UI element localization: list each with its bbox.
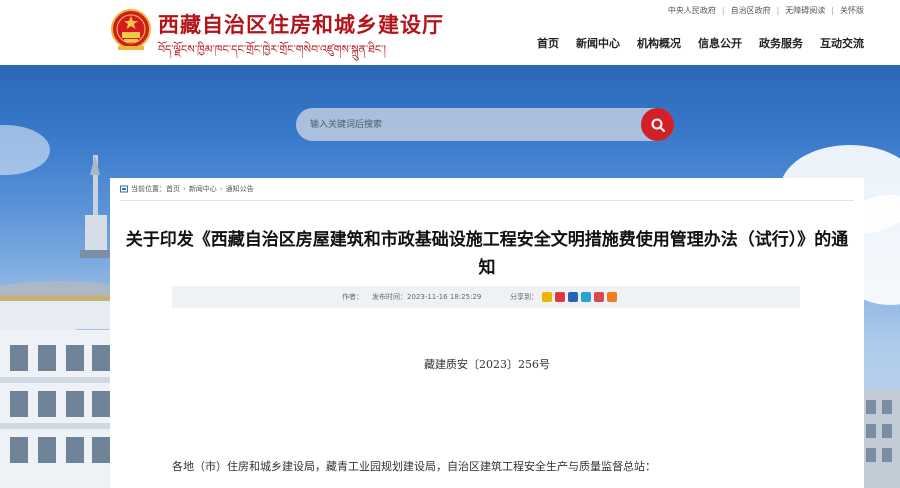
document-number: 藏建质安〔2023〕256号 bbox=[424, 358, 550, 371]
share-label: 分享到： bbox=[510, 293, 538, 301]
addressee-text: 各地（市）住房和城乡建设局，藏青工业园规划建设局，自治区建筑工程安全生产与质量监… bbox=[172, 460, 656, 473]
breadcrumb-notices[interactable]: 通知公告 bbox=[226, 184, 254, 194]
national-emblem-icon[interactable] bbox=[110, 8, 152, 52]
breadcrumb-label: 当前位置： bbox=[131, 185, 166, 193]
nav-item-news[interactable]: 新闻中心 bbox=[576, 35, 620, 51]
article-title: 关于印发《西藏自治区房屋建筑和市政基础设施工程安全文明措施费使用管理办法（试行）… bbox=[125, 230, 849, 278]
search-icon bbox=[651, 118, 665, 132]
top-links: 中央人民政府 | 自治区政府 | 无障碍阅读 | 关怀版 bbox=[668, 5, 864, 16]
top-link-region-gov[interactable]: 自治区政府 bbox=[731, 5, 771, 16]
building-right-illustration bbox=[862, 390, 900, 488]
nav-item-services[interactable]: 政务服务 bbox=[759, 35, 803, 51]
nav-item-about[interactable]: 机构概况 bbox=[637, 35, 681, 51]
breadcrumb-home[interactable]: 首页 bbox=[166, 184, 180, 194]
article-card: 当前位置： 首页 › 新闻中心 › 通知公告 关于印发《西藏自治区房屋建筑和市政… bbox=[110, 178, 864, 488]
search-bar bbox=[296, 108, 674, 141]
separator: | bbox=[831, 6, 834, 15]
site-header: 西藏自治区住房和城乡建设厅 བོད་ལྗོངས་ཁྱིམ་ཁང་དང་གྲོང་… bbox=[0, 0, 900, 65]
tencent-weibo-icon[interactable] bbox=[581, 292, 591, 302]
nav-item-home[interactable]: 首页 bbox=[537, 35, 559, 51]
search-button[interactable] bbox=[641, 108, 674, 141]
divider bbox=[120, 200, 854, 201]
top-link-accessibility[interactable]: 无障碍阅读 bbox=[785, 5, 825, 16]
breadcrumb-news[interactable]: 新闻中心 bbox=[189, 184, 217, 194]
share-section: 分享到： bbox=[510, 292, 617, 302]
breadcrumb: 当前位置： 首页 › 新闻中心 › 通知公告 bbox=[120, 184, 254, 194]
nav-item-interaction[interactable]: 互动交流 bbox=[820, 35, 864, 51]
search-input[interactable] bbox=[310, 108, 630, 141]
location-icon bbox=[120, 185, 128, 193]
qzone-icon[interactable] bbox=[542, 292, 552, 302]
author-label: 作者： bbox=[342, 293, 363, 301]
site-title[interactable]: 西藏自治区住房和城乡建设厅 bbox=[158, 9, 444, 39]
top-link-central-gov[interactable]: 中央人民政府 bbox=[668, 5, 716, 16]
site-subtitle-tibetan: བོད་ལྗོངས་ཁྱིམ་ཁང་དང་གྲོང་ཁྱེར་གྲོང་གསེབ… bbox=[158, 43, 386, 56]
separator: | bbox=[776, 6, 780, 15]
main-nav: 首页 新闻中心 机构概况 信息公开 政务服务 互动交流 bbox=[537, 35, 864, 51]
renren-icon[interactable] bbox=[568, 292, 578, 302]
weibo-icon[interactable] bbox=[555, 292, 565, 302]
more-share-icon[interactable] bbox=[607, 292, 617, 302]
chevron-right-icon: › bbox=[219, 185, 223, 193]
separator: | bbox=[721, 6, 725, 15]
chevron-right-icon: › bbox=[183, 185, 186, 193]
nav-item-disclosure[interactable]: 信息公开 bbox=[698, 35, 742, 51]
top-link-care-mode[interactable]: 关怀版 bbox=[840, 5, 864, 16]
publish-date: 发布时间：2023-11-16 18:25:29 bbox=[372, 293, 482, 301]
article-meta: 作者： 发布时间：2023-11-16 18:25:29 分享到： bbox=[172, 286, 800, 308]
wechat-icon[interactable] bbox=[594, 292, 604, 302]
